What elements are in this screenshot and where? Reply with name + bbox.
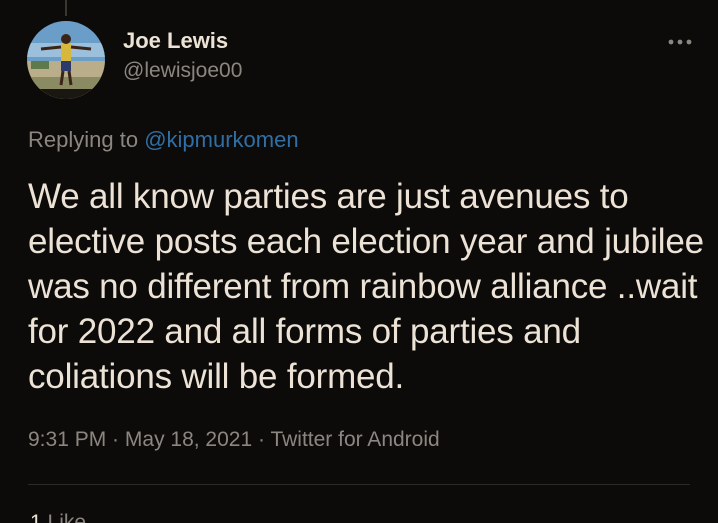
likes-label: Like xyxy=(47,511,87,523)
more-options-icon xyxy=(668,39,692,45)
tweet-source[interactable]: Twitter for Android xyxy=(270,428,439,451)
tweet-time[interactable]: 9:31 PM xyxy=(28,428,106,451)
tweet-date[interactable]: May 18, 2021 xyxy=(125,428,252,451)
meta-separator: · xyxy=(106,428,125,451)
thread-connector-line xyxy=(65,0,67,16)
reply-mention-link[interactable]: @kipmurkomen xyxy=(144,127,298,152)
replying-to-label: Replying to xyxy=(28,127,145,152)
tweet-meta: 9:31 PM · May 18, 2021 · Twitter for And… xyxy=(28,428,440,452)
replying-to-line: Replying to @kipmurkomen xyxy=(28,127,299,153)
meta-separator: · xyxy=(252,428,271,451)
more-options-button[interactable] xyxy=(660,28,700,56)
avatar[interactable] xyxy=(27,21,105,99)
likes-count: 1 xyxy=(30,511,42,523)
likes-stat[interactable]: 1 Like xyxy=(30,511,86,523)
avatar-photo-icon xyxy=(27,21,105,99)
author-display-name[interactable]: Joe Lewis xyxy=(123,28,228,54)
divider xyxy=(28,484,690,485)
author-handle[interactable]: @lewisjoe00 xyxy=(123,59,242,83)
tweet-text: We all know parties are just avenues to … xyxy=(28,177,704,396)
